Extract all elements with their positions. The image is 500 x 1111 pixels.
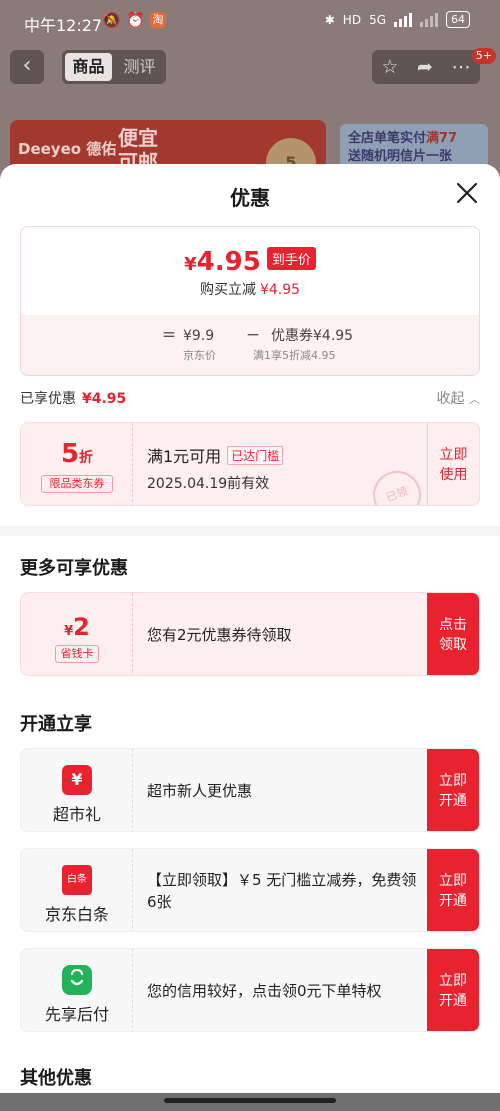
saving-card-text: 您有2元优惠券待领取: [147, 626, 292, 644]
collapse-toggle[interactable]: 收起 ︿: [437, 388, 480, 408]
supermarket-gift-label: 超市礼: [52, 805, 101, 824]
status-bar: 中午12:27 🔕 ⏰ 淘 ✱ HD 5G 64: [0, 0, 500, 44]
battery-icon: 64: [446, 11, 470, 28]
signal-icon: [394, 12, 412, 27]
coupon-price: 优惠券¥4.95: [271, 328, 354, 344]
mute-bell-icon: 🔕: [102, 11, 121, 29]
favorite-star-icon[interactable]: ☆: [381, 56, 398, 78]
jd-price-label: 京东价: [183, 349, 216, 362]
nav-actions: ☆ ➦ ⋯: [372, 50, 480, 84]
message-count-badge: 5+: [471, 48, 496, 64]
supermarket-ticket-icon: ¥: [62, 765, 92, 795]
coupon-type-tag: 限品类东券: [41, 475, 113, 493]
brand-logo: Deeyeo 德佑: [18, 140, 117, 158]
share-icon[interactable]: ➦: [417, 56, 433, 78]
enjoyed-value: ¥4.95: [82, 391, 127, 407]
supermarket-gift-text: 超市新人更优惠: [147, 782, 253, 800]
coupon-validity: 2025.04.19前有效: [147, 476, 270, 492]
pay-later-text: 您的信用较好，点击领0元下单特权: [147, 982, 382, 1000]
banner-slogan-1: 便宜: [118, 126, 158, 150]
coupon-card: 5折 限品类东券 满1元可用 已达门槛 2025.04.19前有效 已领 立即 …: [20, 422, 480, 506]
supermarket-gift-card: ¥ 超市礼 超市新人更优惠 立即 开通: [20, 748, 480, 832]
saving-amount: ¥2: [64, 613, 90, 641]
saving-card-tag: 省钱卡: [55, 645, 99, 663]
open-pay-later-button[interactable]: 立即 开通: [427, 949, 479, 1031]
baitiao-text: 【立即领取】￥5 无门槛立减券，免费领6张: [147, 871, 417, 911]
use-now-button[interactable]: 立即 使用: [427, 423, 479, 505]
section-divider: [0, 526, 500, 536]
promo-text-a: 全店单笔实付: [348, 131, 427, 146]
jd-price: ¥9.9: [183, 328, 215, 344]
received-stamp: 已领: [366, 464, 428, 505]
product-tabs: 商品 测评: [62, 50, 166, 84]
shopping-bag-icon: [62, 965, 92, 995]
discount-sheet: 优惠 ¥ 4.95 到手价 购买立减 ¥4.95 = ¥9.9 − 优惠券¥4.9…: [0, 164, 500, 1111]
more-offers-title: 更多可享优惠: [20, 558, 128, 579]
home-indicator[interactable]: [164, 1098, 336, 1103]
baitiao-icon: 白条: [62, 865, 92, 895]
coupon-discount: 5折: [60, 439, 94, 469]
open-supermarket-button[interactable]: 立即 开通: [427, 749, 479, 831]
coupon-price-label: 满1享5折减4.95: [253, 349, 336, 362]
close-icon: [456, 182, 478, 204]
baitiao-label: 京东白条: [44, 905, 109, 924]
equals-sign: =: [161, 325, 177, 345]
pay-later-label: 先享后付: [44, 1005, 109, 1024]
alarm-icon: ⏰: [126, 11, 145, 29]
jd-baitiao-card: 白条 京东白条 【立即领取】￥5 无门槛立减券，免费领6张 立即 开通: [20, 848, 480, 932]
other-offers-title: 其他优惠: [20, 1068, 92, 1089]
currency-symbol: ¥: [184, 254, 197, 275]
network-type: 5G: [369, 12, 386, 27]
sheet-title: 优惠: [230, 186, 270, 210]
chevron-up-icon: ︿: [469, 393, 480, 406]
app-notification-icon: 淘: [150, 12, 166, 28]
promo-text-b: 满77: [426, 131, 458, 146]
pay-later-card: 先享后付 您的信用较好，点击领0元下单特权 立即 开通: [20, 948, 480, 1032]
enjoyed-discount: 已享优惠 ¥4.95: [20, 391, 127, 407]
product-nav: ‹ 商品 测评 ☆ ➦ ⋯ 5+: [0, 48, 500, 86]
threshold-reached-badge: 已达门槛: [227, 445, 284, 465]
close-button[interactable]: [452, 178, 482, 208]
status-time: 中午12:27: [24, 16, 103, 35]
tab-goods[interactable]: 商品: [65, 53, 112, 81]
back-button[interactable]: ‹: [10, 50, 44, 84]
instant-reduce: 购买立减 ¥4.95: [199, 282, 301, 298]
final-price: ¥ 4.95 到手价: [21, 247, 479, 277]
final-price-value: 4.95: [196, 247, 261, 277]
price-formula: = ¥9.9 − 优惠券¥4.95 京东价 满1享5折减4.95: [161, 325, 441, 363]
coupon-condition: 满1元可用: [147, 447, 222, 466]
saving-card-offer: ¥2 省钱卡 您有2元优惠券待领取 点击 领取: [20, 592, 480, 676]
price-breakdown-card: ¥ 4.95 到手价 购买立减 ¥4.95 = ¥9.9 − 优惠券¥4.95 京…: [20, 226, 480, 376]
claim-button[interactable]: 点击 领取: [427, 593, 479, 675]
bluetooth-icon: ✱: [324, 12, 335, 27]
signal-2-icon: [420, 12, 438, 27]
open-baitiao-button[interactable]: 立即 开通: [427, 849, 479, 931]
more-icon[interactable]: ⋯: [452, 56, 471, 78]
hd-icon: HD: [342, 12, 362, 27]
open-to-enjoy-title: 开通立享: [20, 714, 92, 735]
final-price-tag: 到手价: [266, 247, 316, 270]
minus-sign: −: [245, 325, 261, 345]
instant-reduce-value: ¥4.95: [259, 282, 301, 298]
tab-review[interactable]: 测评: [116, 53, 163, 81]
